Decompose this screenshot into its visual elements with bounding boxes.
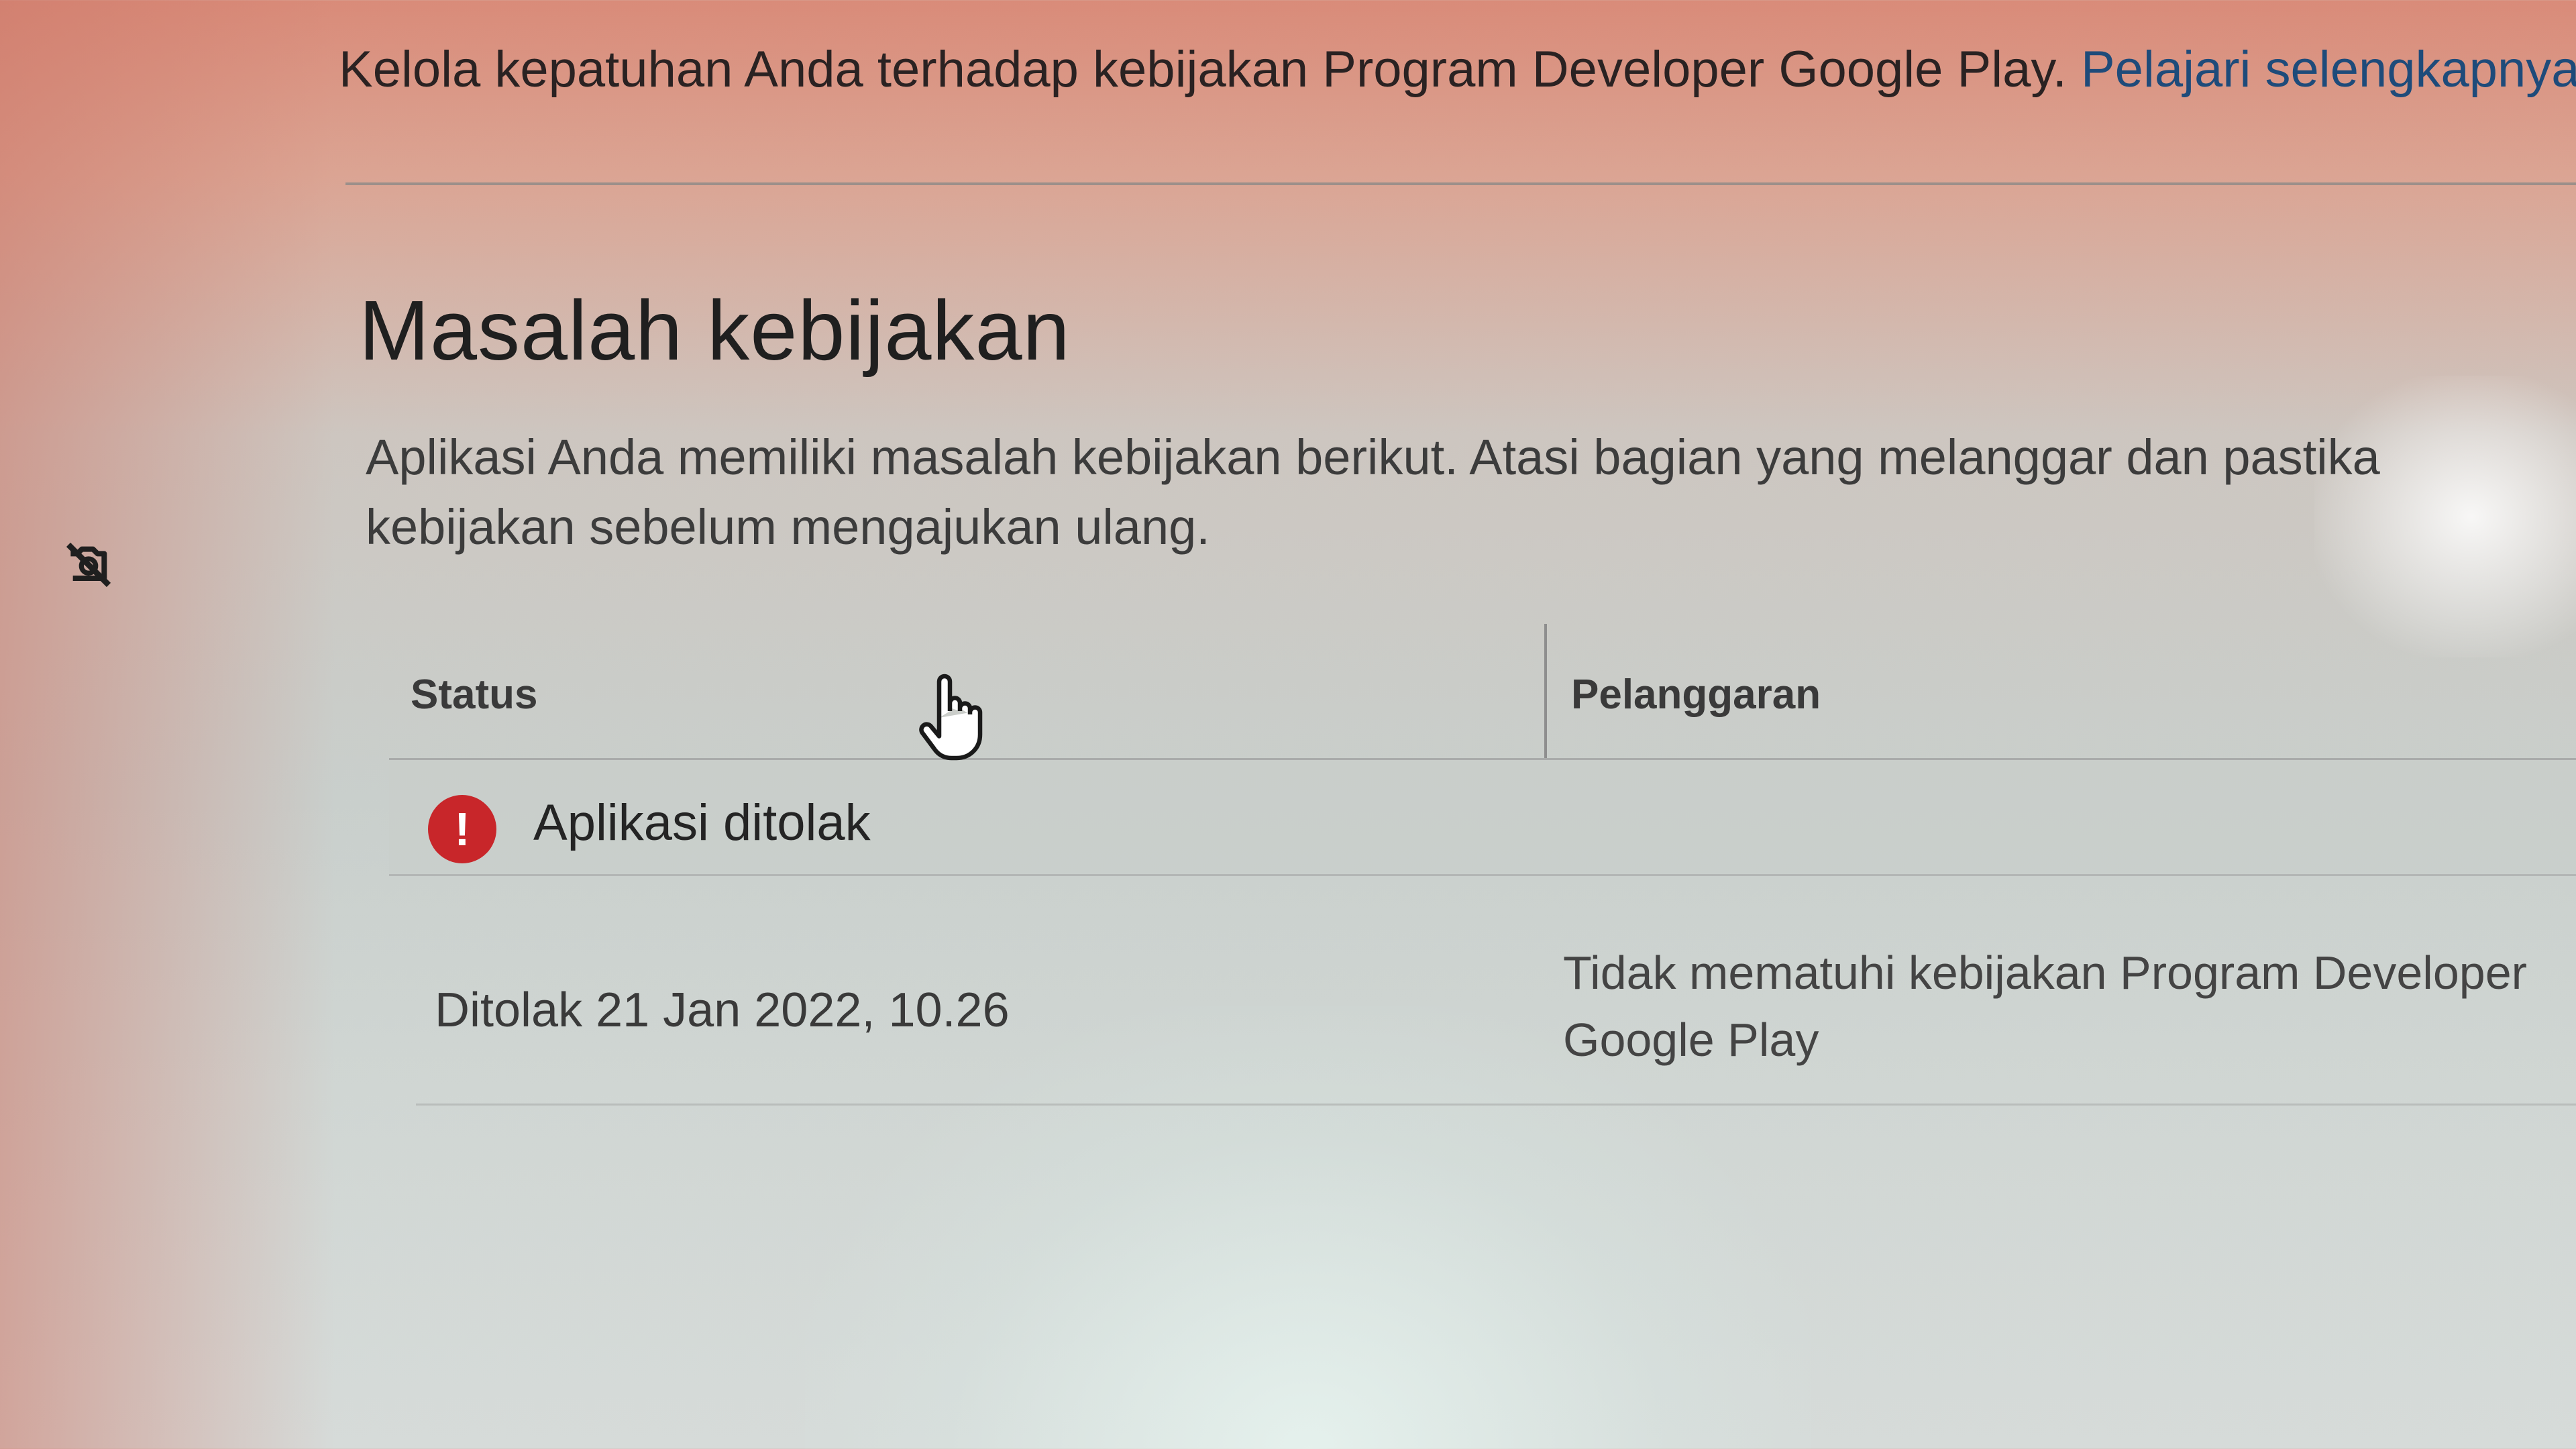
status-group-row[interactable]: ! Aplikasi ditolak (389, 760, 2576, 876)
status-label: Aplikasi ditolak (533, 794, 871, 851)
column-header-violation[interactable]: Pelanggaran (1571, 671, 1821, 718)
row-divider (416, 1104, 2576, 1106)
learn-more-link[interactable]: Pelajari selengkapnya (2081, 41, 2576, 98)
intro-text: Kelola kepatuhan Anda terhadap kebijakan… (339, 40, 2576, 99)
screen-glow-left (0, 0, 335, 1449)
section-divider (345, 182, 2576, 185)
hand-pointer-icon (919, 674, 983, 761)
violation-description[interactable]: Tidak mematuhi kebijakan Program Develop… (1563, 939, 2569, 1073)
camera-off-icon[interactable] (62, 538, 115, 592)
section-description: Aplikasi Anda memiliki masalah kebijakan… (366, 429, 2380, 555)
policy-issues-table: Status Pelanggaran ! Aplikasi ditolak Di… (389, 624, 2576, 1107)
error-exclamation-icon: ! (428, 795, 496, 863)
intro-sentence: Kelola kepatuhan Anda terhadap kebijakan… (339, 41, 2067, 98)
rejection-date: Ditolak 21 Jan 2022, 10.26 (435, 983, 1010, 1037)
column-header-status[interactable]: Status (411, 671, 537, 718)
page-title: Masalah kebijakan (359, 283, 1071, 378)
column-divider (1544, 624, 1547, 758)
